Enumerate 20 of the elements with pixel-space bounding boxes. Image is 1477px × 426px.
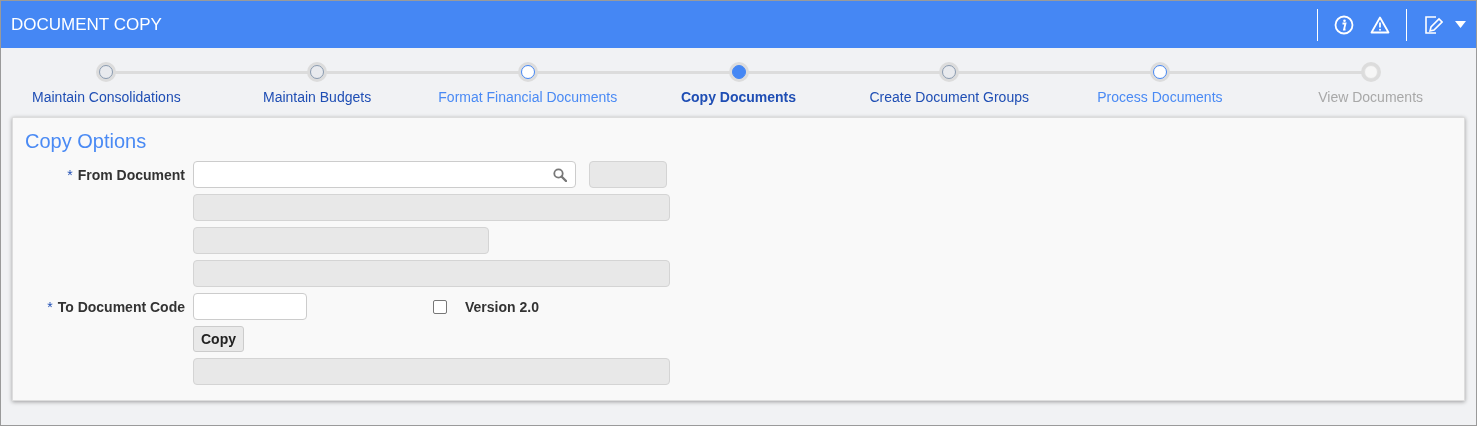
info-icon[interactable] bbox=[1334, 14, 1354, 35]
page-title: DOCUMENT COPY bbox=[11, 14, 162, 35]
required-mark: * bbox=[67, 166, 73, 183]
required-mark: * bbox=[47, 298, 53, 315]
edit-icon[interactable] bbox=[1423, 14, 1443, 35]
step-link[interactable]: Copy Documents bbox=[680, 89, 797, 105]
search-icon bbox=[553, 167, 567, 182]
from-document-field[interactable] bbox=[193, 161, 576, 188]
field-label: From Document bbox=[77, 166, 185, 183]
section-title: Copy Options bbox=[25, 130, 148, 153]
checkbox[interactable] bbox=[433, 299, 447, 314]
warning-icon[interactable] bbox=[1370, 15, 1390, 34]
to-document-code-field[interactable] bbox=[193, 293, 307, 320]
copy-button[interactable]: Copy bbox=[193, 326, 244, 352]
step-link[interactable]: Maintain Budgets bbox=[262, 89, 372, 105]
field-label: To Document Code bbox=[57, 298, 185, 315]
checkbox-label: Version 2.0 bbox=[465, 298, 539, 315]
caret-icon[interactable] bbox=[1455, 21, 1466, 28]
step-link[interactable]: Maintain Consolidations bbox=[32, 89, 181, 105]
step-link[interactable]: Create Document Groups bbox=[869, 89, 1029, 105]
